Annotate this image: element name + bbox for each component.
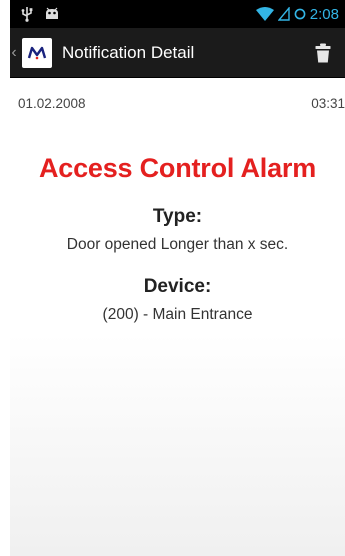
device-value: (200) - Main Entrance	[102, 306, 253, 323]
sync-icon	[294, 8, 306, 20]
notification-timestamp: 01.02.2008 03:31	[10, 78, 345, 111]
app-logo-mark	[27, 46, 47, 59]
action-bar: ‹ Notification Detail	[10, 28, 345, 78]
device-label: Device:	[143, 276, 212, 297]
app-logo-icon[interactable]	[22, 37, 52, 68]
delete-button[interactable]	[309, 39, 337, 67]
android-debug-icon	[46, 7, 58, 19]
type-label: Type:	[152, 206, 203, 227]
signal-icon	[277, 7, 290, 21]
back-chevron-icon[interactable]: ‹	[8, 44, 20, 62]
status-bar: 2:08	[10, 0, 345, 28]
type-value: Door opened Longer than x sec.	[66, 236, 289, 253]
notification-time: 03:31	[311, 96, 345, 111]
phone-screen: 2:08 ‹ Notification Detail 01.02.2008 03…	[10, 0, 345, 556]
status-bar-notifications	[20, 6, 60, 22]
alarm-title: Access Control Alarm	[38, 153, 317, 183]
status-bar-system: 2:08	[255, 5, 339, 23]
screenshot-frame: 2:08 ‹ Notification Detail 01.02.2008 03…	[0, 0, 345, 556]
status-bar-time: 2:08	[309, 5, 339, 23]
trash-icon	[315, 43, 331, 62]
notification-date: 01.02.2008	[18, 96, 86, 111]
usb-icon	[21, 7, 33, 22]
notification-body: Access Control Alarm Type: Door opened L…	[10, 153, 345, 324]
page-title: Notification Detail	[62, 42, 195, 62]
wifi-icon	[255, 7, 274, 21]
